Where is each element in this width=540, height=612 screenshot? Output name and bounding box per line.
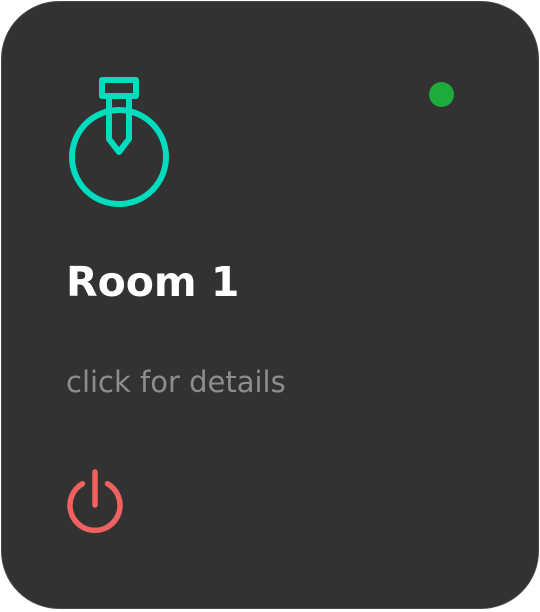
room-title: Room 1 [66, 258, 240, 306]
power-icon [62, 466, 128, 536]
details-hint: click for details [66, 365, 286, 399]
room-card[interactable]: Room 1 click for details [1, 1, 539, 609]
power-button[interactable] [62, 466, 128, 536]
status-dot-icon [429, 82, 454, 107]
pendant-lamp-icon [68, 76, 172, 208]
